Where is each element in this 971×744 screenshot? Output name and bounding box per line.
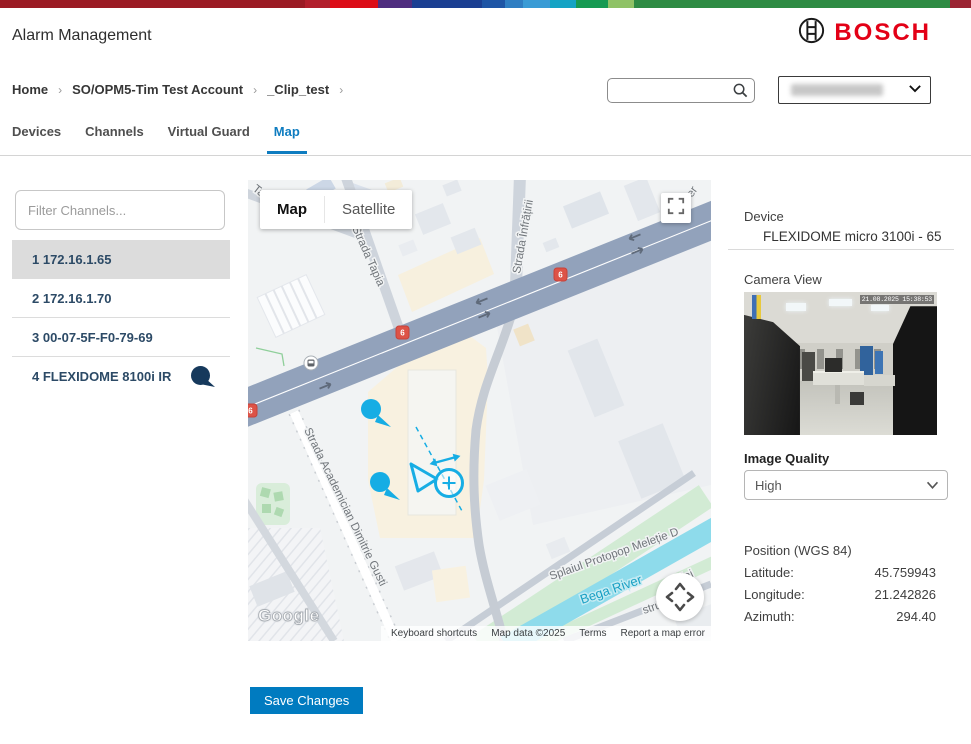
position-label: Position (WGS 84) (744, 543, 852, 558)
breadcrumb-clip-test[interactable]: _Clip_test (267, 82, 329, 97)
map-canvas[interactable]: 6 6 6 Ta er Strada Tapia Strada Înfrățir… (248, 180, 711, 641)
bosch-symbol-icon (798, 17, 825, 49)
fullscreen-button[interactable] (661, 193, 691, 223)
svg-text:6: 6 (248, 407, 253, 416)
search-box (607, 78, 755, 103)
camera-view-image: 21.08.2025 15:38:53 (744, 292, 937, 435)
report-map-error-link[interactable]: Report a map error (621, 628, 705, 639)
camera-timestamp: 21.08.2025 15:38:53 (860, 295, 934, 304)
breadcrumb-home[interactable]: Home (12, 82, 48, 97)
account-filter-dropdown[interactable] (778, 76, 931, 104)
panel-divider (728, 249, 954, 250)
channel-label: 1 172.16.1.65 (32, 252, 112, 267)
tab-virtual-guard[interactable]: Virtual Guard (168, 122, 250, 142)
search-input[interactable] (608, 79, 732, 102)
route-shield: 6 (248, 404, 257, 417)
tab-channels[interactable]: Channels (85, 122, 144, 142)
fullscreen-icon (667, 197, 685, 220)
latitude-row: Latitude: 45.759943 (744, 565, 936, 580)
bosch-supergraphic (0, 0, 971, 8)
map-type-satellite-button[interactable]: Satellite (325, 190, 412, 229)
channel-label: 3 00-07-5F-F0-79-69 (32, 330, 153, 345)
pan-control[interactable] (656, 573, 704, 621)
image-quality-select[interactable]: High (744, 470, 948, 500)
channel-label: 2 172.16.1.70 (32, 291, 112, 306)
channel-label: 4 FLEXIDOME 8100i IR (32, 369, 171, 384)
redacted-filter-value (791, 84, 883, 96)
longitude-label: Longitude: (744, 587, 805, 602)
map-type-control: Map Satellite (260, 190, 412, 229)
map-data-label: Map data ©2025 (491, 628, 565, 639)
svg-text:6: 6 (400, 329, 405, 338)
azimuth-value: 294.40 (896, 609, 936, 624)
bus-stop-icon[interactable] (304, 356, 318, 370)
chevron-down-icon (908, 81, 922, 99)
save-changes-button[interactable]: Save Changes (250, 687, 363, 714)
image-quality-select-wrap: High (744, 470, 948, 500)
device-name: FLEXIDOME micro 3100i - 65 (763, 229, 942, 244)
tab-devices[interactable]: Devices (12, 122, 61, 142)
channel-row-2[interactable]: 2 172.16.1.70 (12, 279, 230, 318)
camera-marker-icon (190, 365, 216, 388)
device-label: Device (744, 209, 784, 224)
route-shield: 6 (396, 326, 409, 339)
keyboard-shortcuts-link[interactable]: Keyboard shortcuts (391, 628, 477, 639)
camera-view-label: Camera View (744, 272, 822, 287)
alarm-management-page: Alarm Management BOSCH Home › SO/OPM5-Tim … (0, 0, 971, 744)
filter-channels-input[interactable] (15, 190, 225, 230)
search-icon[interactable] (732, 82, 749, 99)
terms-link[interactable]: Terms (579, 628, 606, 639)
breadcrumb-separator: › (58, 83, 62, 97)
breadcrumb-separator: › (339, 83, 343, 97)
page-title: Alarm Management (12, 27, 152, 45)
azimuth-label: Azimuth: (744, 609, 795, 624)
breadcrumb-separator: › (253, 83, 257, 97)
azimuth-row: Azimuth: 294.40 (744, 609, 936, 624)
bosch-logo: BOSCH (798, 17, 931, 49)
route-shield: 6 (554, 268, 567, 281)
latitude-value: 45.759943 (875, 565, 936, 580)
map-type-map-button[interactable]: Map (260, 190, 324, 229)
channel-list: 1 172.16.1.65 2 172.16.1.70 3 00-07-5F-F… (12, 240, 230, 396)
image-quality-label: Image Quality (744, 451, 829, 466)
channel-row-3[interactable]: 3 00-07-5F-F0-79-69 (12, 318, 230, 357)
latitude-label: Latitude: (744, 565, 794, 580)
tab-map[interactable]: Map (274, 122, 300, 142)
channel-row-1[interactable]: 1 172.16.1.65 (12, 240, 230, 279)
map-attribution: Keyboard shortcuts Map data ©2025 Terms … (381, 626, 711, 641)
svg-text:6: 6 (558, 271, 563, 280)
channel-row-4[interactable]: 4 FLEXIDOME 8100i IR (12, 357, 230, 396)
tabs-divider (0, 155, 971, 156)
map-tiles: 6 6 6 Ta er Strada Tapia Strada Înfrățir… (248, 180, 711, 641)
park (256, 483, 290, 525)
bosch-wordmark: BOSCH (834, 19, 931, 47)
tab-bar: Devices Channels Virtual Guard Map (12, 122, 300, 142)
pan-arrows-icon (656, 573, 704, 621)
flag-icon (752, 295, 762, 319)
breadcrumb: Home › SO/OPM5-Tim Test Account › _Clip_test… (12, 82, 353, 97)
google-logo[interactable]: Google (258, 606, 320, 626)
longitude-value: 21.242826 (875, 587, 936, 602)
breadcrumb-account[interactable]: SO/OPM5-Tim Test Account (72, 82, 243, 97)
longitude-row: Longitude: 21.242826 (744, 587, 936, 602)
